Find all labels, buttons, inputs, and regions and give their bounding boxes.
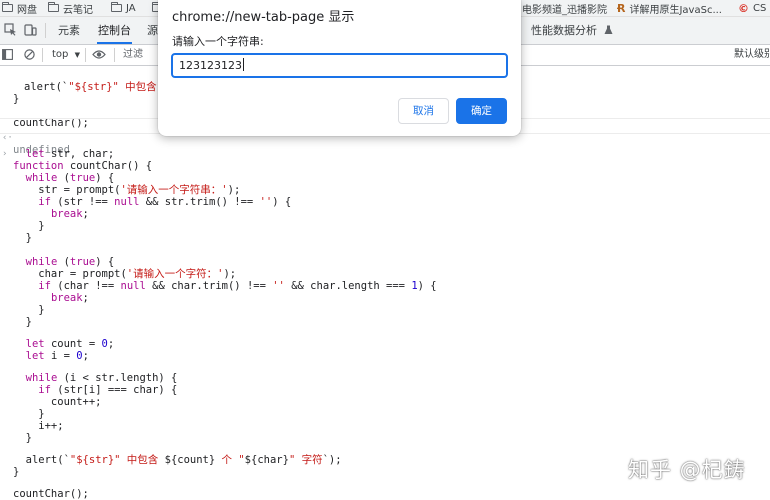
inspect-element-icon[interactable] bbox=[4, 23, 17, 36]
folder-icon bbox=[47, 2, 59, 12]
toolbar-separator bbox=[114, 48, 115, 62]
tab-elements[interactable]: 元素 bbox=[58, 17, 80, 44]
dialog-message: 请输入一个字符串: bbox=[172, 35, 264, 48]
live-expression-eye-icon[interactable] bbox=[92, 49, 106, 60]
csdn-logo-icon: © bbox=[738, 1, 749, 15]
dialog-title: chrome://new-tab-page 显示 bbox=[172, 10, 355, 25]
bookmark-cloud-notes[interactable]: 云笔记 bbox=[47, 1, 93, 16]
ok-button[interactable]: 确定 bbox=[456, 98, 507, 124]
bookmark-movie-channel[interactable]: 电影频道_迅播影院 bbox=[522, 1, 607, 16]
bookmark-netdisk[interactable]: 网盘 bbox=[1, 1, 37, 16]
tab-console[interactable]: 控制台 bbox=[97, 17, 132, 44]
log-levels-dropdown[interactable]: 默认级别 bbox=[734, 48, 770, 62]
prompt-input[interactable]: 123123123 bbox=[171, 53, 508, 78]
context-selector[interactable]: top ▼ bbox=[52, 48, 80, 62]
site-logo-icon: Ɍ bbox=[617, 1, 626, 15]
sidebar-toggle-icon[interactable] bbox=[2, 49, 13, 60]
tab-separator bbox=[45, 23, 46, 38]
console-input-line: › function countChar() { bbox=[2, 149, 153, 173]
folder-icon bbox=[1, 2, 13, 12]
bookmark-ja[interactable]: JA bbox=[110, 1, 136, 15]
zhihu-watermark: 知乎 @杞鋳 bbox=[628, 458, 746, 482]
clear-console-icon[interactable] bbox=[24, 49, 35, 60]
filter-input[interactable]: 过滤 bbox=[123, 48, 143, 62]
prompt-dialog: chrome://new-tab-page 显示 请输入一个字符串: 12312… bbox=[158, 0, 521, 136]
flask-icon bbox=[604, 25, 612, 34]
bookmark-js-article[interactable]: Ɍ 详解用原生JavaSc... bbox=[617, 1, 722, 16]
bookmark-cs[interactable]: © CS bbox=[738, 1, 766, 15]
toolbar-separator bbox=[85, 48, 86, 62]
dropdown-arrow-icon: ▼ bbox=[74, 51, 80, 59]
folder-icon bbox=[110, 2, 122, 12]
input-chevron-icon: › bbox=[2, 149, 8, 160]
text-caret bbox=[243, 58, 244, 71]
tab-performance-insights[interactable]: 性能数据分析 bbox=[531, 17, 613, 44]
toolbar-separator bbox=[42, 48, 43, 62]
tab-sources[interactable]: 源 bbox=[147, 17, 158, 44]
device-toolbar-icon[interactable] bbox=[24, 23, 37, 36]
cancel-button[interactable]: 取消 bbox=[398, 98, 449, 124]
